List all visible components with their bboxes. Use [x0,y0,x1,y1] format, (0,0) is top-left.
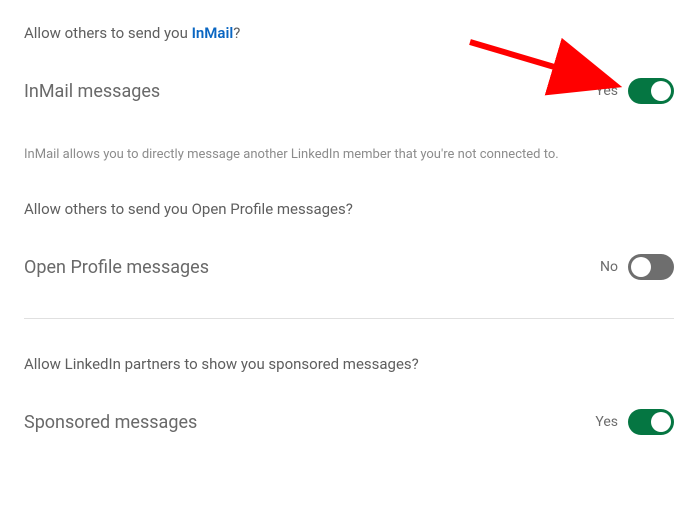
inmail-toggle-wrap: Yes [595,78,674,104]
sponsored-title: Sponsored messages [24,412,197,433]
inmail-title: InMail messages [24,81,160,102]
inmail-question: Allow others to send you InMail? [24,24,674,42]
inmail-question-prefix: Allow others to send you [24,24,192,42]
open-profile-toggle-label: No [600,259,618,275]
inmail-description: InMail allows you to directly message an… [24,146,674,164]
open-profile-toggle-wrap: No [600,254,674,280]
sponsored-toggle-label: Yes [595,414,618,430]
inmail-toggle[interactable] [628,78,674,104]
section-divider [24,318,674,319]
open-profile-setting-row: Open Profile messages No [24,254,674,280]
sponsored-setting-row: Sponsored messages Yes [24,409,674,435]
inmail-brand-text: InMail [192,24,234,42]
open-profile-question: Allow others to send you Open Profile me… [24,200,674,218]
toggle-knob [651,412,671,432]
sponsored-toggle[interactable] [628,409,674,435]
toggle-knob [631,257,651,277]
open-profile-toggle[interactable] [628,254,674,280]
open-profile-title: Open Profile messages [24,257,209,278]
toggle-knob [651,81,671,101]
inmail-toggle-label: Yes [595,83,618,99]
inmail-question-suffix: ? [233,24,240,42]
inmail-setting-row: InMail messages Yes [24,78,674,104]
sponsored-question: Allow LinkedIn partners to show you spon… [24,355,674,373]
sponsored-toggle-wrap: Yes [595,409,674,435]
